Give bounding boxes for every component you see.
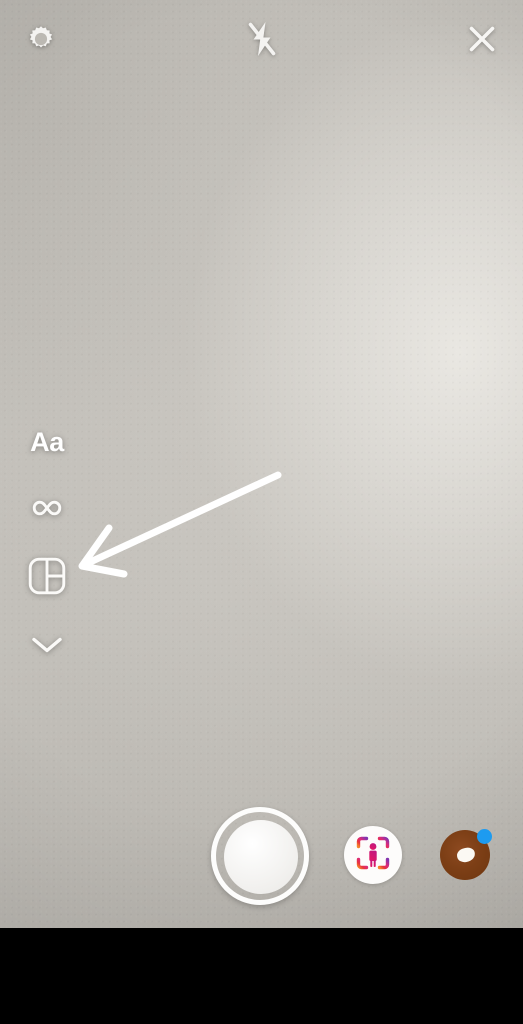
flash-toggle-button[interactable]	[240, 18, 284, 64]
layout-grid-icon	[27, 556, 67, 601]
notification-dot-icon	[477, 829, 492, 844]
shutter-button[interactable]	[211, 807, 309, 905]
text-aa-icon: Aa	[30, 426, 64, 457]
tool-boomerang[interactable]	[20, 483, 74, 537]
camera-settings-button[interactable]	[19, 19, 63, 63]
gear-icon	[25, 23, 57, 60]
shutter-circle-icon	[224, 820, 298, 894]
tool-layout[interactable]	[20, 551, 74, 605]
effects-person-frame-icon	[353, 833, 393, 878]
close-camera-button[interactable]	[460, 19, 504, 63]
tool-text[interactable]: Aa	[20, 415, 74, 469]
camera-tool-rail: Aa	[20, 415, 74, 687]
infinity-icon	[26, 496, 68, 525]
gallery-preview-icon	[455, 846, 477, 864]
camera-bottom-bar: POST STORY REELS LI	[0, 928, 523, 1024]
viewfinder-vignette	[0, 0, 523, 928]
gallery-preview-button[interactable]	[440, 829, 492, 880]
close-x-icon	[467, 24, 497, 59]
effects-button[interactable]	[344, 826, 402, 884]
camera-top-bar	[0, 0, 523, 82]
chevron-down-icon	[29, 632, 65, 661]
tool-more[interactable]	[20, 619, 74, 673]
instagram-story-camera-screen: Aa	[0, 0, 523, 1024]
flash-off-icon	[245, 20, 279, 63]
camera-viewfinder[interactable]	[0, 0, 523, 928]
